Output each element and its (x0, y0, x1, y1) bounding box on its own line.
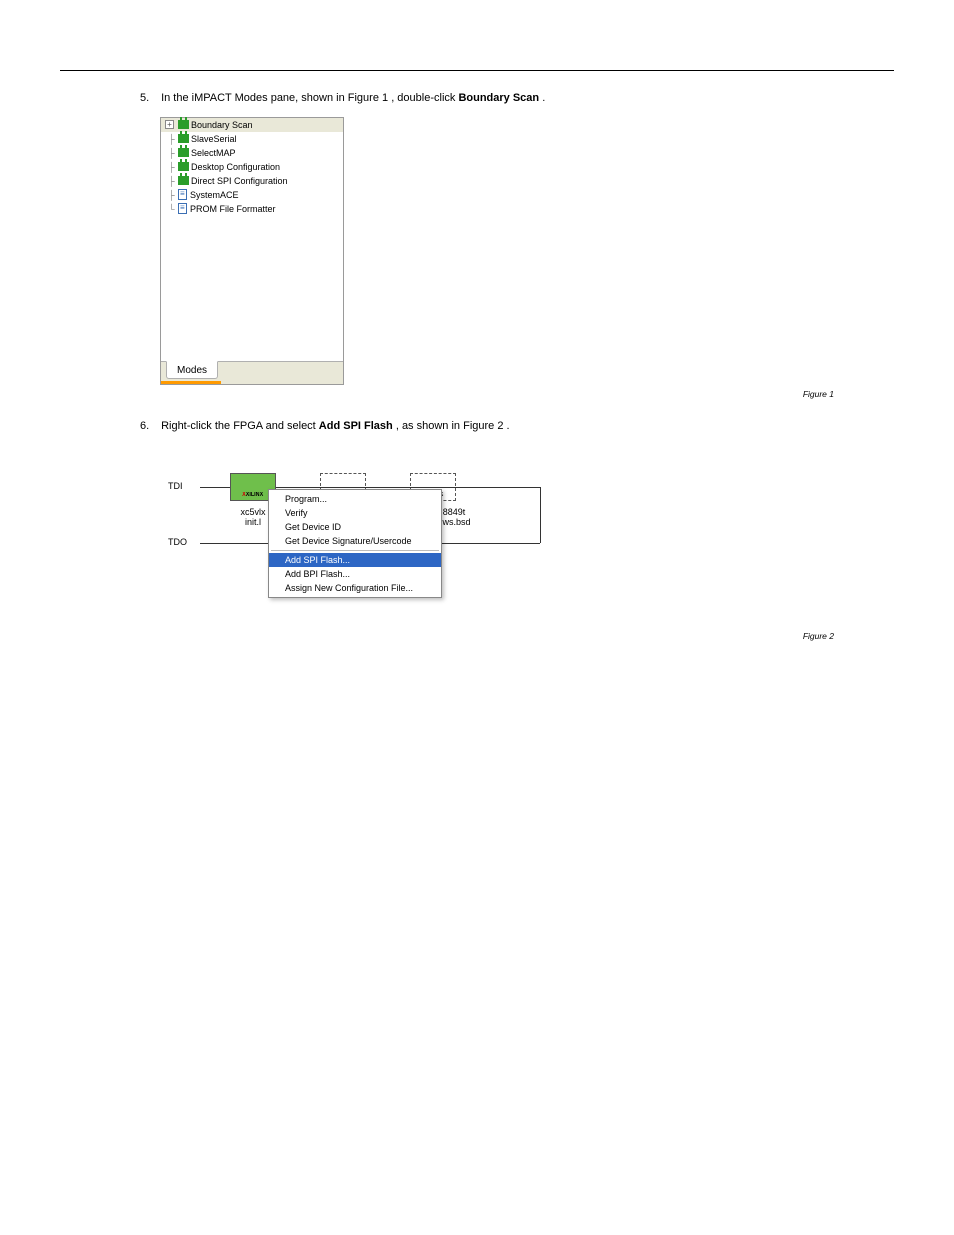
document-icon (178, 189, 187, 200)
tree-item[interactable]: ├ SelectMAP (161, 146, 343, 160)
text: . (507, 420, 510, 432)
menu-item-get-device-id[interactable]: Get Device ID (269, 520, 441, 534)
tree-item-label: SelectMAP (191, 148, 236, 158)
step-6-paragraph: 6. Right-click the FPGA and select Add S… (140, 419, 840, 435)
tdo-label: TDO (168, 537, 187, 547)
jtag-wire (540, 487, 541, 543)
tree-item[interactable]: ├ SlaveSerial (161, 132, 343, 146)
tree-item-label: SystemACE (190, 190, 239, 200)
page: 5. In the iMPACT Modes pane, shown in Fi… (0, 70, 954, 701)
text: , double-click (391, 92, 458, 104)
tree-root-row[interactable]: + Boundary Scan (161, 118, 343, 132)
menu-item-add-spi-flash[interactable]: Add SPI Flash... (269, 553, 441, 567)
bold-term: Add SPI Flash (319, 420, 393, 432)
figure-ref: Figure 2 (463, 420, 503, 432)
tree-item[interactable]: ├ Direct SPI Configuration (161, 174, 343, 188)
tree-item[interactable]: └ PROM File Formatter (161, 202, 343, 216)
step-number: 5. (140, 91, 158, 107)
context-menu: Program... Verify Get Device ID Get Devi… (268, 489, 442, 598)
xilinx-logo-icon: XXILINX (242, 492, 263, 498)
document-icon (178, 203, 187, 214)
chip-icon (178, 162, 189, 171)
chip-icon (178, 120, 189, 129)
tree-item-label: SlaveSerial (191, 134, 237, 144)
tree-item-label: Direct SPI Configuration (191, 176, 288, 186)
chip-icon (178, 134, 189, 143)
chip-icon (178, 176, 189, 185)
expand-icon[interactable]: + (165, 120, 174, 129)
text: Right-click the FPGA and select (161, 420, 319, 432)
tree-connector-icon: ├ (165, 162, 178, 172)
tdi-label: TDI (168, 481, 183, 491)
jtag-chain-figure: TDI TDO XXILINX XXILINX XXILINX xc5vlx i… (160, 447, 560, 627)
chip-icon (178, 148, 189, 157)
modes-panel: + Boundary Scan ├ SlaveSerial ├ SelectMA… (160, 117, 344, 385)
top-rule (60, 70, 894, 71)
menu-separator (271, 550, 439, 551)
menu-item-assign-config-file[interactable]: Assign New Configuration File... (269, 581, 441, 595)
tab-label: Modes (177, 365, 207, 376)
figure-2-caption: Figure 2 (60, 631, 834, 641)
tree-item[interactable]: ├ Desktop Configuration (161, 160, 343, 174)
tree-connector-icon: ├ (165, 176, 178, 186)
tree-item[interactable]: ├ SystemACE (161, 188, 343, 202)
menu-item-get-signature[interactable]: Get Device Signature/Usercode (269, 534, 441, 548)
text: , as shown in (396, 420, 463, 432)
bold-term: Boundary Scan (458, 92, 539, 104)
tree-connector-icon: ├ (165, 134, 178, 144)
tree-root-label: Boundary Scan (191, 120, 253, 130)
figure-ref: Figure 1 (348, 92, 388, 104)
menu-item-add-bpi-flash[interactable]: Add BPI Flash... (269, 567, 441, 581)
menu-item-verify[interactable]: Verify (269, 506, 441, 520)
modes-tab[interactable]: Modes (166, 361, 218, 379)
tree-connector-icon: ├ (165, 190, 178, 200)
step-number: 6. (140, 419, 158, 435)
step-5-paragraph: 5. In the iMPACT Modes pane, shown in Fi… (140, 91, 840, 107)
text: In the iMPACT Modes pane, shown in (161, 92, 348, 104)
tree-item-label: PROM File Formatter (190, 204, 276, 214)
active-tab-indicator (161, 381, 221, 384)
tree-item-label: Desktop Configuration (191, 162, 280, 172)
menu-item-program[interactable]: Program... (269, 492, 441, 506)
tree-connector-icon: └ (165, 204, 178, 214)
text: . (542, 92, 545, 104)
tree-connector-icon: ├ (165, 148, 178, 158)
figure-1-caption: Figure 1 (60, 389, 834, 399)
